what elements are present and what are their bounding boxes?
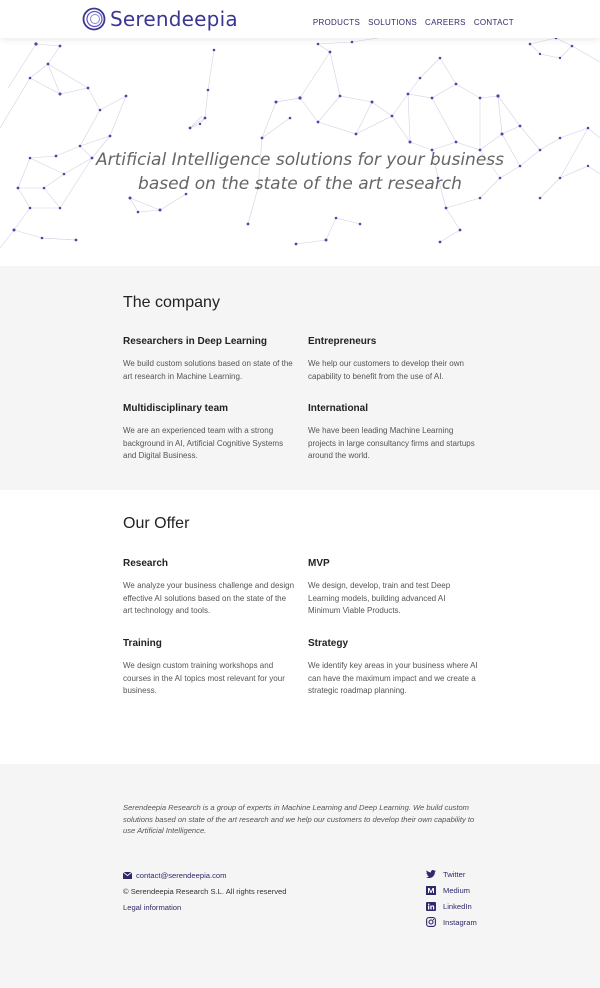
offer-item: Strategy We identify key areas in your b…: [308, 638, 480, 698]
footer-about-text: Serendeepia Research is a group of exper…: [123, 803, 475, 835]
footer-email-link[interactable]: contact@serendeepia.com: [136, 871, 226, 880]
social-link-label: Medium: [443, 885, 471, 895]
social-link-twitter[interactable]: Twitter: [426, 866, 477, 882]
nav-solutions[interactable]: SOLUTIONS: [368, 18, 417, 27]
site-header: Serendeepia PRODUCTS SOLUTIONS CAREERS C…: [0, 0, 600, 38]
company-item-heading: Researchers in Deep Learning: [123, 336, 267, 347]
nav-contact[interactable]: CONTACT: [474, 18, 514, 27]
footer-social-links: Twitter Medium LinkedIn Instagram: [426, 866, 477, 930]
company-item: Multidisciplinary team We are an experie…: [123, 403, 295, 463]
company-item-heading: Entrepreneurs: [308, 336, 377, 347]
logo-text: Serendeepia: [110, 7, 238, 31]
site-footer: Serendeepia Research is a group of exper…: [0, 764, 600, 988]
company-item-text: We build custom solutions based on state…: [123, 359, 293, 381]
offer-item-heading: Training: [123, 638, 162, 649]
twitter-icon: [426, 869, 436, 878]
offer-item-text: We analyze your business challenge and d…: [123, 581, 295, 616]
offer-item: Research We analyze your business challe…: [123, 558, 295, 618]
logo[interactable]: Serendeepia: [82, 6, 238, 32]
social-link-linkedin[interactable]: LinkedIn: [426, 898, 477, 914]
nav-careers[interactable]: CAREERS: [425, 18, 466, 27]
offer-item-text: We design custom training workshops and …: [123, 661, 285, 696]
company-item-text: We help our customers to develop their o…: [308, 359, 464, 381]
footer-email-row: contact@serendeepia.com: [123, 867, 286, 883]
offer-item: MVP We design, develop, train and test D…: [308, 558, 480, 618]
company-item-heading: International: [308, 403, 369, 414]
offer-section: Our Offer Research We analyze your busin…: [0, 490, 600, 764]
company-item: Entrepreneurs We help our customers to d…: [308, 336, 480, 383]
company-item: International We have been leading Machi…: [308, 403, 480, 463]
offer-item-text: We design, develop, train and test Deep …: [308, 581, 451, 616]
social-link-instagram[interactable]: Instagram: [426, 914, 477, 930]
offer-item-text: We identify key areas in your business w…: [308, 661, 478, 696]
medium-icon: [426, 885, 436, 895]
social-link-label: Twitter: [443, 869, 466, 879]
hero-headline-line-2: based on the state of the art research: [138, 174, 462, 194]
hero-section: Artificial Intelligence solutions for yo…: [0, 38, 600, 266]
offer-item-heading: Research: [123, 558, 169, 569]
offer-section-title: Our Offer: [123, 515, 190, 532]
footer-copyright: © Serendeepia Research S.L. All rights r…: [123, 886, 287, 896]
company-item: Researchers in Deep Learning We build cu…: [123, 336, 295, 383]
company-item-text: We have been leading Machine Learning pr…: [308, 426, 475, 461]
linkedin-icon: [426, 901, 436, 911]
main-nav: PRODUCTS SOLUTIONS CAREERS CONTACT: [313, 18, 514, 27]
offer-item-heading: MVP: [308, 558, 330, 569]
company-section: The company Researchers in Deep Learning…: [0, 266, 600, 490]
offer-item-heading: Strategy: [308, 638, 349, 649]
hero-headline: Artificial Intelligence solutions for yo…: [0, 148, 600, 196]
instagram-icon: [426, 917, 436, 927]
company-section-title: The company: [123, 294, 220, 311]
hero-headline-line-1: Artificial Intelligence solutions for yo…: [96, 150, 504, 170]
company-item-text: We are an experienced team with a strong…: [123, 426, 284, 461]
social-link-medium[interactable]: Medium: [426, 882, 477, 898]
social-link-label: Instagram: [443, 917, 477, 927]
nav-products[interactable]: PRODUCTS: [313, 18, 360, 27]
company-item-heading: Multidisciplinary team: [123, 403, 229, 414]
offer-item: Training We design custom training works…: [123, 638, 295, 698]
footer-contact: contact@serendeepia.com © Serendeepia Re…: [123, 867, 286, 915]
envelope-icon: [123, 871, 132, 879]
social-link-label: LinkedIn: [443, 901, 472, 911]
footer-legal-link[interactable]: Legal information: [123, 899, 286, 915]
logo-swirl-icon: [82, 7, 106, 31]
